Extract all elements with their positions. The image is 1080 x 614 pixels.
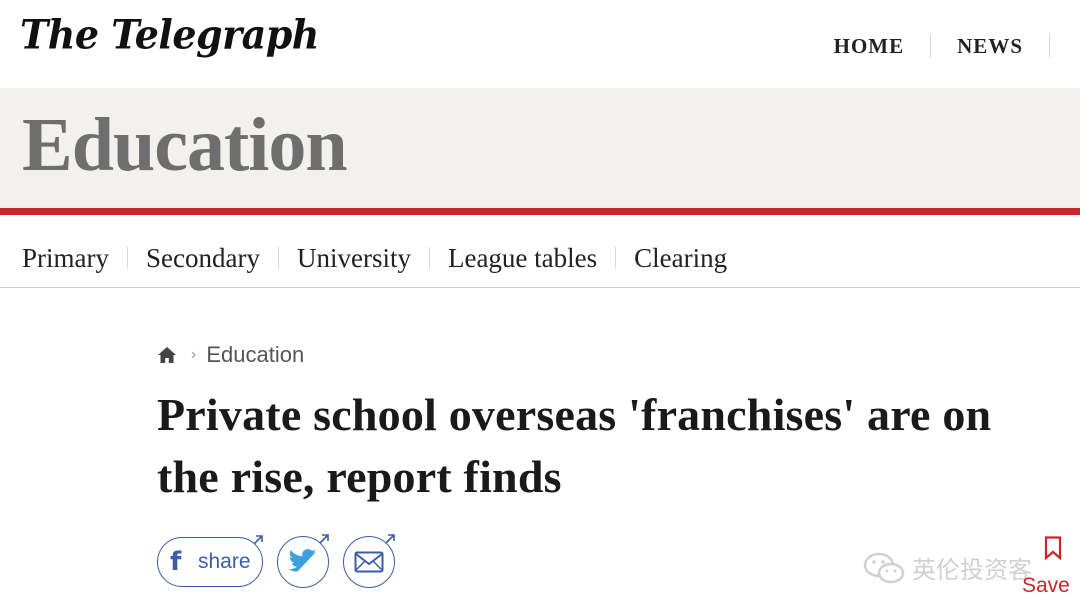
- wechat-icon: [863, 552, 905, 583]
- subnav-item-primary[interactable]: Primary: [22, 244, 127, 271]
- breadcrumb: › Education: [157, 342, 304, 368]
- section-subnav: Primary Secondary University League tabl…: [0, 228, 1080, 288]
- breadcrumb-section-link[interactable]: Education: [206, 342, 304, 368]
- share-bar: f share: [157, 534, 395, 588]
- twitter-share-button[interactable]: [277, 534, 329, 588]
- subnav-item-university[interactable]: University: [277, 244, 429, 271]
- watermark-text: 英伦投资客: [912, 556, 1032, 584]
- telegraph-logo[interactable]: The Telegraph: [20, 11, 319, 58]
- facebook-share-button[interactable]: f share: [157, 535, 263, 587]
- nav-home-link[interactable]: HOME: [808, 34, 932, 58]
- external-arrow-icon: [253, 535, 263, 545]
- facebook-share-label: share: [198, 550, 251, 573]
- masthead: The Telegraph HOME NEWS: [0, 0, 1080, 88]
- bookmark-icon: [1044, 536, 1062, 560]
- save-button[interactable]: Save: [1018, 534, 1076, 604]
- twitter-icon: [288, 549, 317, 572]
- subnav-item-clearing[interactable]: Clearing: [615, 244, 745, 271]
- external-arrow-icon: [319, 534, 329, 544]
- section-title[interactable]: Education: [22, 102, 348, 189]
- section-divider: [0, 208, 1080, 215]
- wechat-watermark: 英伦投资客: [862, 550, 1032, 585]
- save-label: Save: [1022, 574, 1070, 597]
- subnav-item-secondary[interactable]: Secondary: [127, 244, 278, 271]
- facebook-icon: f: [170, 547, 182, 577]
- email-icon: [354, 551, 384, 573]
- section-header: Education: [0, 88, 1080, 208]
- nav-news-link[interactable]: NEWS: [931, 34, 1050, 58]
- top-nav: HOME NEWS: [808, 34, 1050, 58]
- external-arrow-icon: [385, 534, 395, 544]
- article-headline: Private school overseas 'franchises' are…: [157, 389, 992, 502]
- email-share-button[interactable]: [343, 534, 395, 588]
- subnav-item-league-tables[interactable]: League tables: [428, 244, 615, 271]
- breadcrumb-separator: ›: [191, 346, 197, 363]
- home-icon[interactable]: [157, 345, 177, 365]
